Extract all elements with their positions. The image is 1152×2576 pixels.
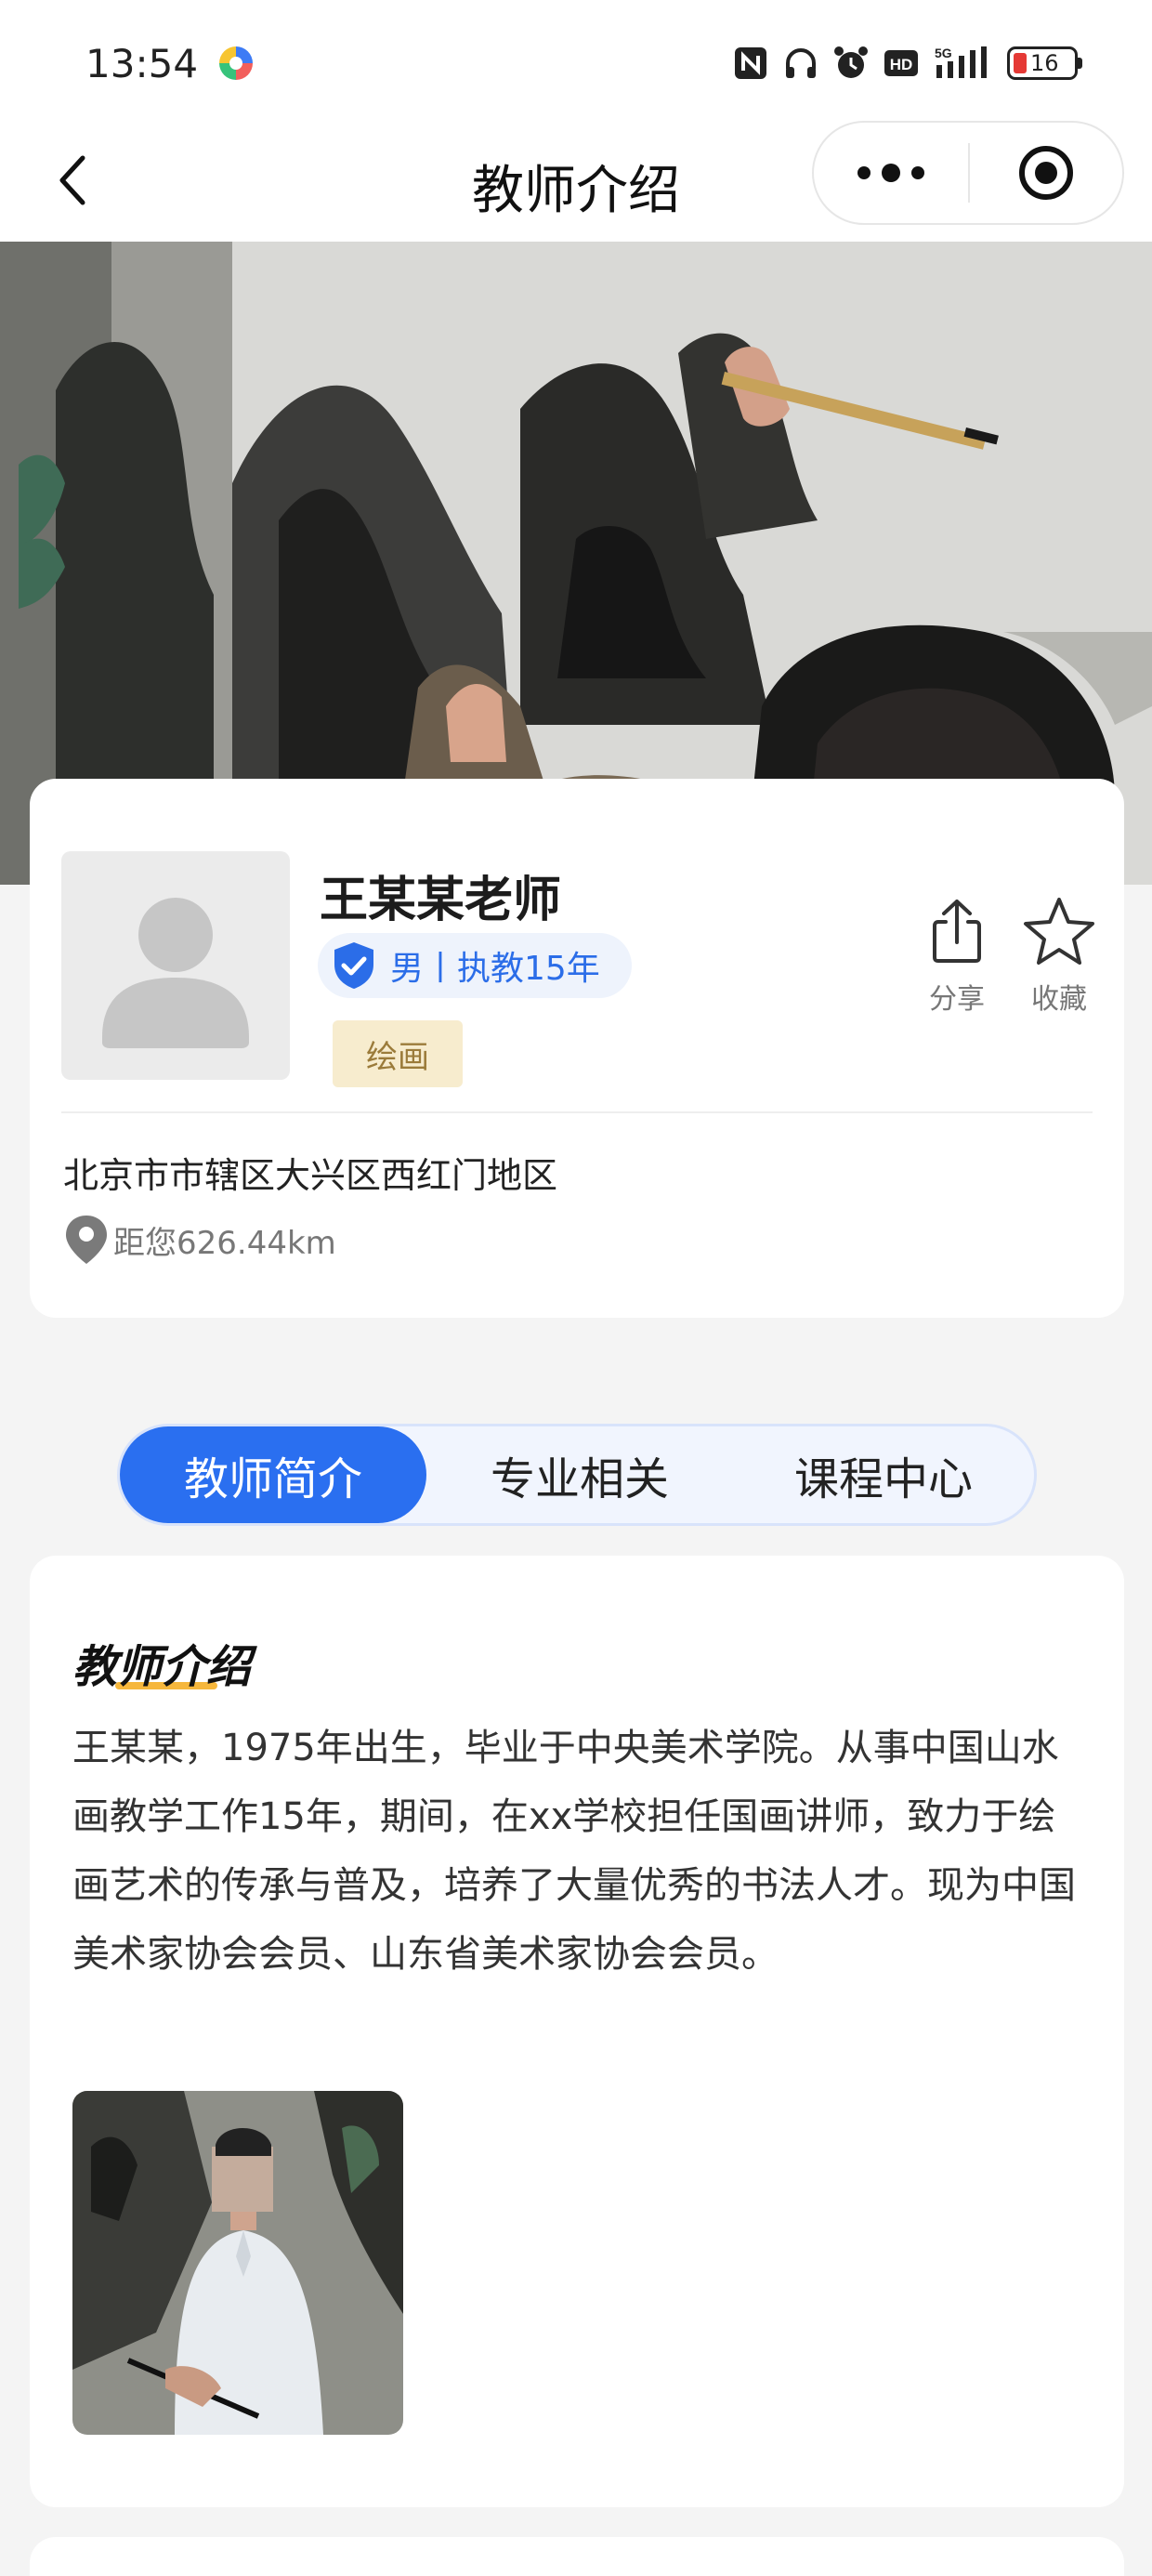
alarm-icon bbox=[834, 46, 868, 78]
battery-icon: 16 bbox=[1007, 46, 1082, 80]
favorite-label: 收藏 bbox=[1031, 983, 1087, 1016]
nfc-icon bbox=[735, 47, 766, 79]
verify-badge: 男丨执教15年 bbox=[318, 933, 632, 998]
location-pin-icon bbox=[66, 1216, 107, 1264]
shield-check-icon bbox=[334, 942, 373, 989]
gender-experience-text: 男丨执教15年 bbox=[390, 950, 600, 988]
more-button[interactable] bbox=[814, 123, 968, 223]
more-dot-icon bbox=[882, 164, 900, 182]
svg-text:HD: HD bbox=[890, 56, 913, 73]
target-icon bbox=[1019, 146, 1073, 200]
tab-teacher-profile[interactable]: 教师简介 bbox=[120, 1426, 426, 1523]
next-section-card bbox=[30, 2537, 1124, 2576]
teacher-photo[interactable] bbox=[72, 2091, 403, 2435]
share-label: 分享 bbox=[929, 983, 985, 1016]
section-title: 教师介绍 bbox=[72, 1641, 252, 1693]
distance-text: 距您626.44km bbox=[113, 1224, 336, 1262]
close-button[interactable] bbox=[970, 123, 1122, 223]
share-icon bbox=[933, 900, 981, 963]
avatar bbox=[61, 851, 290, 1080]
teacher-name: 王某某老师 bbox=[320, 873, 562, 928]
nav-bar: 教师介绍 bbox=[0, 121, 1152, 242]
mini-program-capsule bbox=[812, 121, 1124, 225]
star-icon bbox=[1024, 898, 1094, 965]
more-dot-icon bbox=[857, 166, 871, 179]
tab-professional[interactable]: 专业相关 bbox=[426, 1426, 733, 1523]
app-notification-icon bbox=[219, 46, 253, 80]
battery-level: 16 bbox=[1030, 50, 1059, 76]
hd-icon: HD bbox=[884, 50, 918, 76]
tab-course-center[interactable]: 课程中心 bbox=[733, 1426, 1034, 1523]
intro-text: 王某某，1975年出生，毕业于中央美术学院。从事中国山水画教学工作15年，期间，… bbox=[72, 1727, 1076, 1976]
favorite-button[interactable]: 收藏 bbox=[1013, 896, 1106, 1017]
5g-signal-icon: 5G bbox=[935, 46, 987, 78]
address-text: 北京市市辖区大兴区西红门地区 bbox=[63, 1155, 558, 1196]
divider bbox=[61, 1111, 1093, 1113]
status-icons: HD 5G 16 bbox=[732, 45, 1082, 82]
status-bar: 13:54 HD 5G 16 bbox=[0, 0, 1152, 121]
status-time: 13:54 bbox=[85, 41, 199, 86]
subject-tag: 绘画 bbox=[333, 1020, 463, 1087]
headphones-icon bbox=[786, 48, 816, 78]
teacher-photo-image bbox=[72, 2091, 403, 2435]
more-dot-icon bbox=[911, 166, 924, 179]
intro-card: 教师介绍 王某某，1975年出生，毕业于中央美术学院。从事中国山水画教学工作15… bbox=[30, 1556, 1124, 2507]
tab-bar: 教师简介 专业相关 课程中心 bbox=[117, 1424, 1037, 1526]
svg-text:5G: 5G bbox=[935, 46, 952, 60]
user-placeholder-icon bbox=[102, 898, 249, 1048]
distance-row: 距您626.44km bbox=[63, 1214, 336, 1266]
share-button[interactable]: 分享 bbox=[910, 896, 1003, 1017]
teacher-card: 王某某老师 男丨执教15年 绘画 分享 收藏 北京市市辖区大兴区西红门地区 距您… bbox=[30, 779, 1124, 1318]
